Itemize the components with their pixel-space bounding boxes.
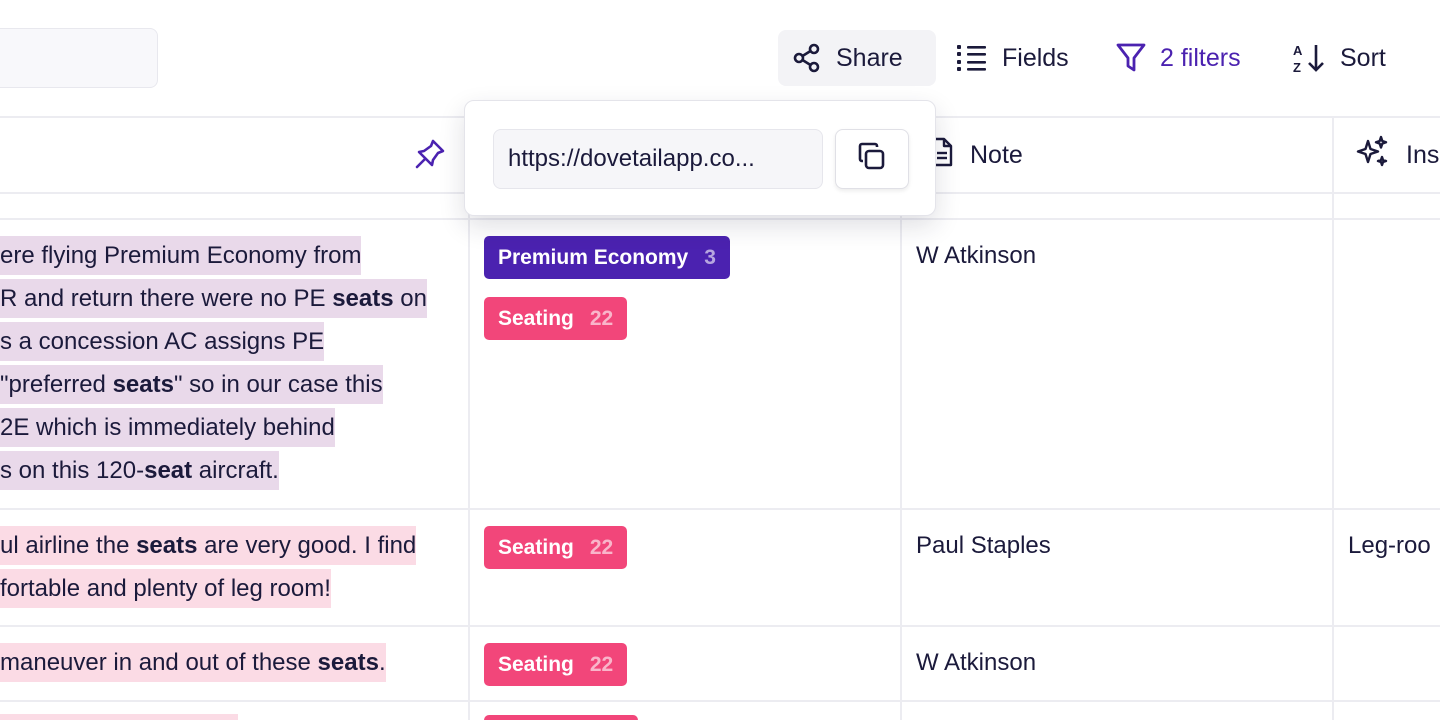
matched-term: seats (136, 532, 198, 559)
tag-count: 22 (589, 535, 614, 559)
highlight-quote[interactable]: ere flying Premium Economy from R and ret… (0, 234, 460, 492)
copy-icon (856, 141, 888, 178)
note-cell: W Atkinson (916, 649, 1037, 676)
share-label: Share (836, 43, 903, 72)
share-button[interactable]: Share (778, 30, 936, 86)
svg-text:A: A (1293, 43, 1303, 58)
filters-label: 2 filters (1160, 43, 1241, 72)
quote-segment: . (378, 649, 386, 676)
table-divider (0, 508, 1440, 510)
sort-az-icon: A Z (1292, 42, 1326, 74)
matched-term: seats (112, 371, 174, 398)
filters-button[interactable]: 2 filters (1102, 30, 1255, 86)
note-cell: Paul Staples (916, 532, 1051, 559)
column-header-note[interactable]: Note (930, 116, 1023, 194)
copy-link-button[interactable] (835, 129, 909, 189)
share-icon (792, 43, 822, 73)
matched-term: seats (317, 649, 379, 676)
tag-count: 22 (589, 306, 614, 330)
matched-term: seats (332, 285, 394, 312)
tag-chip[interactable]: Premium Economy 3 (484, 236, 730, 279)
svg-text:Z: Z (1293, 60, 1301, 74)
sort-label: Sort (1340, 43, 1386, 72)
sparkles-icon (1356, 135, 1390, 176)
quote-segment: ul airline the (0, 532, 137, 559)
tag-chip[interactable]: Seating 22 (484, 526, 628, 569)
filter-icon (1116, 42, 1146, 74)
table-divider (0, 218, 1440, 220)
quote-text: ere flying Premium Economy from R and ret… (0, 236, 427, 490)
highlight-quote-partial (0, 714, 238, 720)
tag-chip[interactable]: Seating 22 (484, 643, 628, 686)
column-header-insights[interactable]: Ins (1356, 116, 1439, 194)
quote-segment: R and return there were no PE (0, 285, 333, 312)
fields-button[interactable]: Fields (942, 30, 1083, 86)
table-divider (0, 700, 1440, 702)
tag-label: Premium Economy (498, 245, 689, 269)
quote-segment: s a concession AC assigns PE (0, 328, 325, 355)
share-url-field[interactable]: https://dovetailapp.co... (493, 129, 823, 189)
column-header-label: Ins (1406, 140, 1440, 169)
tag-label: Seating (498, 652, 574, 676)
insight-cell: Leg-roo (1348, 532, 1431, 559)
quote-text: ul airline the seats are very good. I fi… (0, 526, 417, 608)
quote-segment: are very good. I find (197, 532, 417, 559)
quote-segment: on (393, 285, 427, 312)
quote-segment: s on this 120- (0, 457, 145, 484)
quote-text: maneuver in and out of these seats. (0, 643, 386, 682)
column-header-label: Note (970, 140, 1023, 169)
quote-segment: aircraft. (192, 457, 279, 484)
tag-count: 22 (589, 652, 614, 676)
quote-segment: maneuver in and out of these (0, 649, 318, 676)
share-popover: https://dovetailapp.co... (464, 100, 936, 216)
tag-label: Seating (498, 535, 574, 559)
tag-label: Seating (498, 306, 574, 330)
pin-icon[interactable] (414, 138, 446, 175)
quote-segment: " so in our case this (173, 371, 383, 398)
highlight-quote[interactable]: ul airline the seats are very good. I fi… (0, 524, 460, 610)
quote-segment: "preferred (0, 371, 113, 398)
quote-segment: fortable and plenty of leg room! (0, 575, 331, 602)
highlight-quote[interactable]: maneuver in and out of these seats. (0, 641, 460, 684)
sort-button[interactable]: A Z Sort (1278, 30, 1400, 86)
quote-segment: 2E which is immediately behind (0, 414, 335, 441)
tag-count: 3 (704, 245, 716, 269)
table-divider (0, 625, 1440, 627)
column-divider (1332, 116, 1334, 720)
fields-label: Fields (1002, 43, 1069, 72)
matched-term: seat (144, 457, 193, 484)
tag-chip-partial (484, 715, 638, 720)
note-cell: W Atkinson (916, 242, 1037, 269)
quote-segment: ere flying Premium Economy from (0, 242, 362, 269)
search-input[interactable] (0, 28, 158, 88)
list-icon (956, 43, 988, 73)
tag-chip[interactable]: Seating 22 (484, 297, 628, 340)
